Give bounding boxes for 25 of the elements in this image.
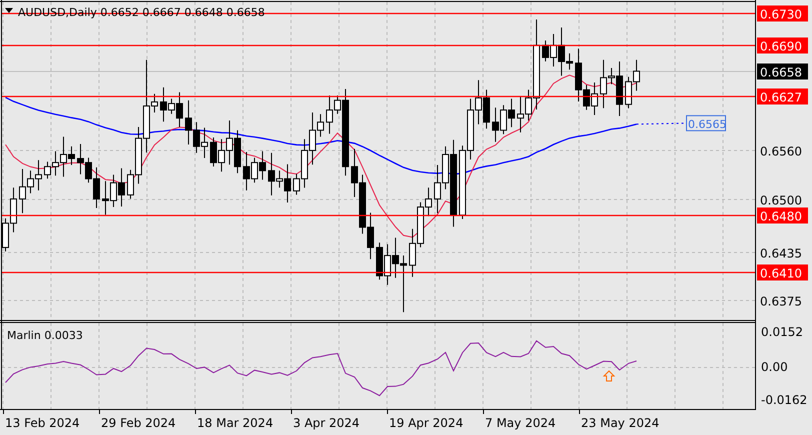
price-axis-label: 0.6375 [760, 294, 802, 308]
date-label: 18 Mar 2024 [197, 416, 274, 430]
indicator-axis-label: 0.00 [761, 360, 788, 374]
date-label: 29 Feb 2024 [101, 416, 176, 430]
price-axis-label: 0.6435 [760, 246, 802, 260]
indicator-axis-label: 0.0152 [761, 325, 803, 340]
projection-line [636, 122, 686, 125]
indicator-title: Marlin 0.0033 [7, 329, 83, 342]
level-price-label: 0.6627 [757, 88, 808, 104]
level-price-label: 0.6730 [757, 6, 808, 22]
up-arrow-icon [602, 370, 616, 382]
level-price-label: 0.6480 [757, 208, 808, 224]
indicator-axis-label: -0.0162 [761, 393, 808, 407]
price-label: 0.6565 [686, 115, 726, 132]
date-label: 13 Feb 2024 [5, 416, 80, 430]
level-price-label: 0.6690 [757, 38, 808, 54]
date-label: 7 May 2024 [485, 416, 556, 430]
date-label: 19 Apr 2024 [389, 416, 464, 430]
dropdown-triangle-icon[interactable] [5, 8, 13, 13]
date-label: 23 May 2024 [581, 416, 660, 430]
price-axis-label: 0.6500 [760, 194, 802, 208]
price-axis-label: 0.6560 [760, 144, 802, 158]
current-price-label: 0.6658 [757, 64, 808, 80]
date-label: 3 Apr 2024 [293, 416, 360, 430]
level-price-label: 0.6410 [757, 264, 808, 280]
